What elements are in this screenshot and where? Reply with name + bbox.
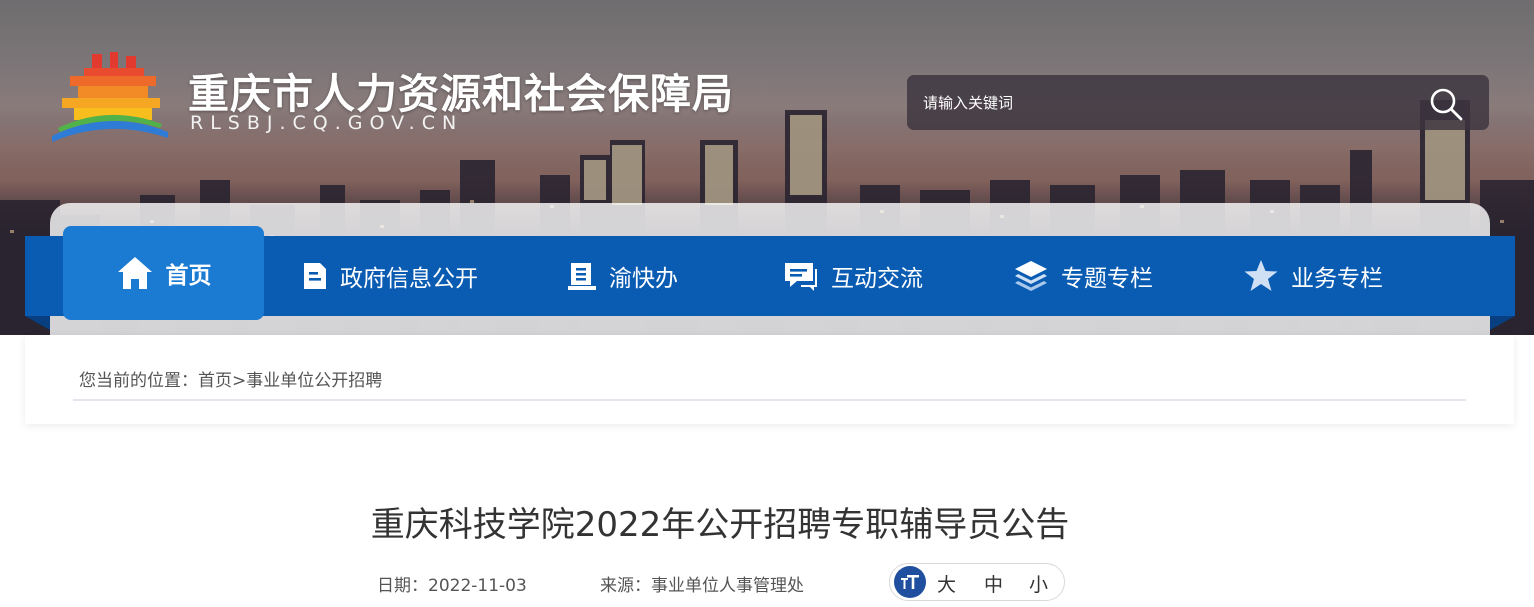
nav-fold-left <box>25 316 50 330</box>
nav-item-label: 互动交流 <box>831 266 923 292</box>
breadcrumb-prefix: 您当前的位置： <box>79 371 198 391</box>
font-size-medium[interactable]: 中 <box>984 570 1003 597</box>
nav-item-government-info[interactable]: 政府信息公开 <box>302 236 478 316</box>
article-title: 重庆科技学院2022年公开招聘专职辅导员公告 <box>370 505 1070 545</box>
breadcrumb-current-link[interactable]: 事业单位公开招聘 <box>246 371 382 391</box>
breadcrumb-divider <box>73 399 1466 401</box>
star-icon <box>1244 260 1278 291</box>
nav-fold-right <box>1490 316 1515 330</box>
nav-item-label: 专题专栏 <box>1061 266 1153 292</box>
nav-item-business[interactable]: 业务专栏 <box>1243 236 1383 316</box>
nav-item-label: 渝快办 <box>609 266 678 292</box>
nav-item-home[interactable]: 首页 <box>63 226 264 320</box>
nav-item-interaction[interactable]: 互动交流 <box>783 236 923 316</box>
document-icon <box>304 263 326 289</box>
site-domain: RLSBJ.CQ.GOV.CN <box>190 112 464 134</box>
bureau-logo <box>52 52 168 142</box>
breadcrumb: 您当前的位置：首页>事业单位公开招聘 <box>79 366 382 391</box>
search-input[interactable] <box>923 85 1423 120</box>
font-size-small[interactable]: 小 <box>1029 570 1048 597</box>
layers-icon <box>1015 261 1047 291</box>
font-size-large[interactable]: 大 <box>937 570 956 597</box>
site-title: 重庆市人力资源和社会保障局 <box>188 70 734 118</box>
source-label: 来源： <box>600 576 651 596</box>
nav-item-label: 政府信息公开 <box>340 266 478 292</box>
search-icon[interactable] <box>1428 86 1464 122</box>
nav-item-label: 首页 <box>165 263 212 289</box>
breadcrumb-separator: > <box>232 371 247 391</box>
font-size-icon <box>894 566 926 598</box>
form-icon <box>568 263 596 290</box>
home-icon <box>117 257 152 289</box>
nav-item-yukuaiban[interactable]: 渝快办 <box>567 236 678 316</box>
search-box <box>907 75 1489 130</box>
breadcrumb-home-link[interactable]: 首页 <box>198 371 232 391</box>
nav-item-special-topics[interactable]: 专题专栏 <box>1013 236 1153 316</box>
date-value: 2022-11-03 <box>428 576 527 596</box>
article-source: 来源：事业单位人事管理处 <box>600 571 804 596</box>
article-date: 日期：2022-11-03 <box>377 571 527 596</box>
source-value: 事业单位人事管理处 <box>651 576 804 596</box>
chat-icon <box>785 263 817 291</box>
nav-item-label: 业务专栏 <box>1291 266 1383 292</box>
date-label: 日期： <box>377 576 428 596</box>
